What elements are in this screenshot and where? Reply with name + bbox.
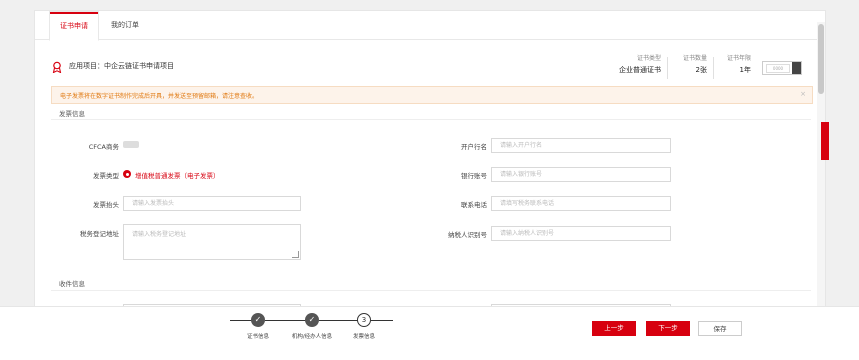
notice-banner: 电子发票将在数字证书制作完成后开具，并发送至预留邮箱，请注意查收。 × bbox=[51, 86, 813, 104]
step-connector bbox=[230, 320, 252, 321]
invoice-header-label: 发票抬头 bbox=[93, 201, 119, 209]
stat-value: 1年 bbox=[739, 66, 751, 74]
stat-value: 2张 bbox=[695, 66, 707, 74]
stat-cert-type: 证书类型 企业普通证书 bbox=[611, 53, 661, 75]
certificate-icon bbox=[52, 61, 62, 73]
tax-address-label: 税务登记地址 bbox=[80, 230, 119, 238]
invoice-header-input[interactable]: 请输入发票抬头 bbox=[123, 196, 301, 211]
step-connector bbox=[319, 320, 358, 321]
toggle-text: 0000 bbox=[766, 64, 790, 73]
notice-text: 电子发票将在数字证书制作完成后开具，并发送至预留邮箱，请注意查收。 bbox=[60, 93, 259, 100]
stat-label: 证书年限 bbox=[726, 55, 751, 62]
bank-account-label: 银行账号 bbox=[461, 172, 487, 180]
step-label-1: 证书信息 bbox=[246, 334, 269, 340]
project-row: 应用项目：中企云链证书申请项目 证书类型 企业普通证书 证书数量 2张 证书年限… bbox=[35, 47, 825, 87]
tax-address-textarea[interactable]: 请输入税务登记地址 bbox=[123, 224, 301, 260]
prev-button[interactable]: 上一步 bbox=[592, 321, 636, 336]
taxpayer-id-input[interactable]: 请输入纳税人识别号 bbox=[491, 226, 671, 241]
toggle-switch[interactable]: 0000 bbox=[762, 61, 802, 75]
bank-name-input[interactable]: 请输入开户行名 bbox=[491, 138, 671, 153]
cfca-value bbox=[123, 141, 139, 148]
toggle-knob bbox=[792, 62, 801, 74]
next-button[interactable]: 下一步 bbox=[646, 321, 690, 336]
divider bbox=[51, 290, 811, 291]
phone-input[interactable]: 请填写税务联系电话 bbox=[491, 196, 671, 211]
section-title-invoice: 发票信息 bbox=[59, 110, 85, 118]
section-title-receiver: 收件信息 bbox=[59, 280, 85, 288]
side-tab[interactable] bbox=[821, 122, 829, 160]
step-3-circle: 3 bbox=[357, 313, 371, 327]
stat-cert-years: 证书年限 1年 bbox=[717, 53, 751, 75]
divider bbox=[713, 57, 714, 79]
check-icon: ✓ bbox=[305, 313, 319, 327]
project-label: 应用项目：中企云链证书申请项目 bbox=[69, 62, 174, 70]
invoice-type-label: 发票类型 bbox=[93, 172, 119, 180]
bank-name-label: 开户行名 bbox=[461, 143, 487, 151]
stat-value: 企业普通证书 bbox=[619, 66, 661, 74]
invoice-type-radio[interactable] bbox=[123, 170, 131, 178]
invoice-type-value: 增值税普通发票（电子发票） bbox=[135, 172, 220, 180]
scrollbar-thumb[interactable] bbox=[818, 24, 824, 94]
stat-cert-count: 证书数量 2张 bbox=[671, 53, 707, 75]
stat-label: 证书类型 bbox=[636, 55, 661, 62]
tax-address-placeholder: 请输入税务登记地址 bbox=[132, 231, 187, 238]
step-connector bbox=[265, 320, 306, 321]
taxpayer-id-label: 纳税人识别号 bbox=[448, 231, 487, 239]
step-label-3: 发票信息 bbox=[352, 334, 375, 340]
cfca-label: CFCA商务 bbox=[88, 143, 119, 151]
tab-bar: 证书申请 我的订单 bbox=[35, 11, 825, 41]
step-connector bbox=[371, 320, 393, 321]
save-button[interactable]: 保存 bbox=[698, 321, 742, 336]
main-panel: 证书申请 我的订单 应用项目：中企云链证书申请项目 证书类型 企业普通证书 证书… bbox=[34, 10, 826, 312]
phone-label: 联系电话 bbox=[461, 201, 487, 209]
tab-certificate-apply[interactable]: 证书申请 bbox=[49, 11, 99, 41]
resize-handle-icon[interactable] bbox=[292, 251, 299, 258]
check-icon: ✓ bbox=[251, 313, 265, 327]
divider bbox=[51, 119, 811, 120]
stat-label: 证书数量 bbox=[682, 55, 707, 62]
tab-my-orders[interactable]: 我的订单 bbox=[101, 11, 149, 39]
bank-account-input[interactable]: 请输入银行账号 bbox=[491, 167, 671, 182]
close-icon[interactable]: × bbox=[800, 90, 806, 98]
divider bbox=[667, 57, 668, 79]
step-label-2: 机构/经办人信息 bbox=[291, 334, 333, 340]
